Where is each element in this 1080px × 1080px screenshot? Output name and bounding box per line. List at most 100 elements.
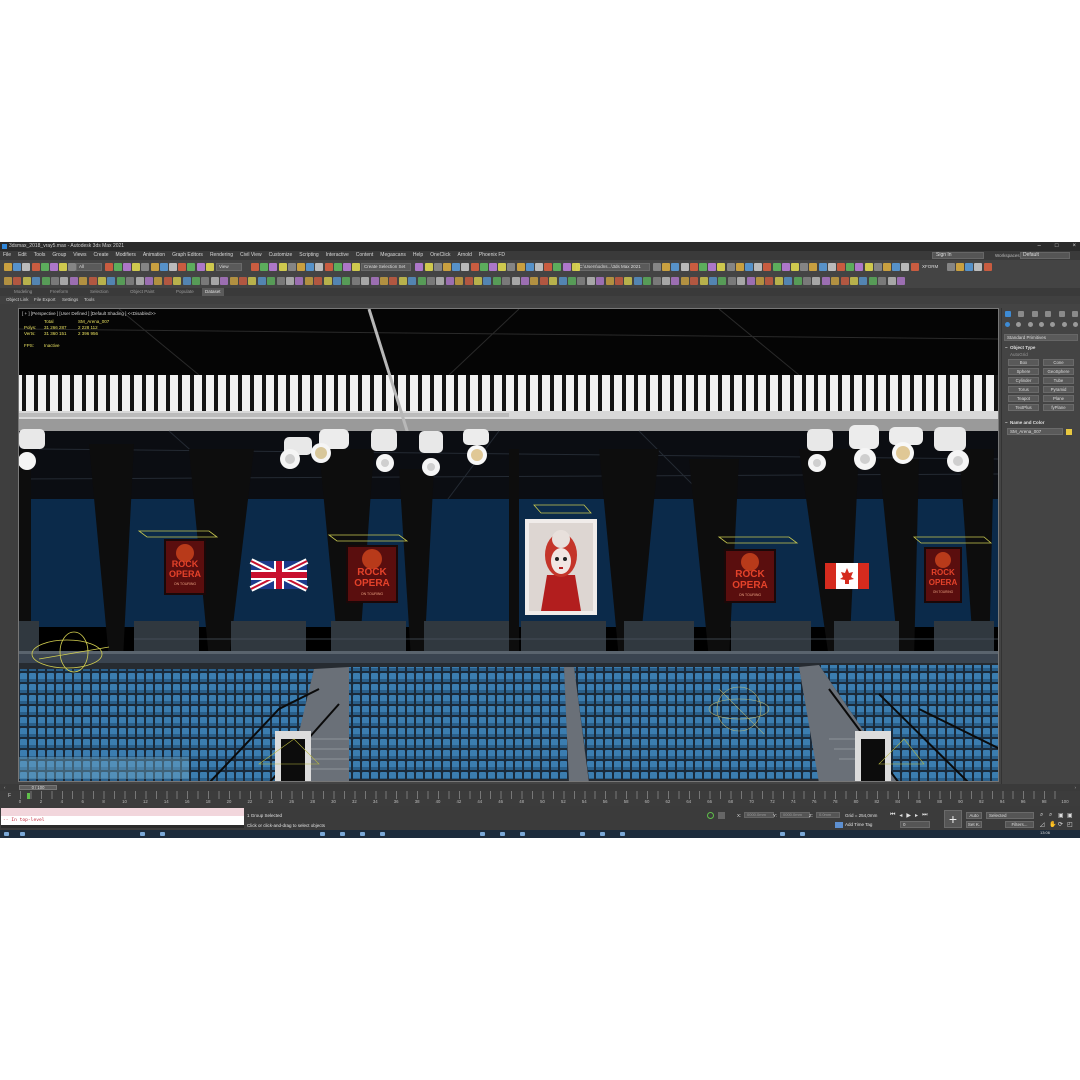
maxscript-input[interactable] (1, 808, 244, 816)
menu-animation[interactable]: Animation (143, 251, 165, 260)
menu-tools[interactable]: Tools (34, 251, 46, 260)
secondary-toolbar-tool-icon[interactable] (210, 277, 219, 285)
main-toolbar-tool-icon[interactable] (132, 263, 141, 271)
ribbon-tab-freeform[interactable]: Freeform (50, 288, 68, 296)
go-to-start-icon[interactable]: ⏮ (890, 812, 895, 819)
hierarchy-tab-icon[interactable] (1031, 311, 1038, 317)
secondary-toolbar-tool-icon[interactable] (69, 277, 78, 285)
absolute-mode-icon[interactable] (718, 812, 725, 819)
main-toolbar-tool-icon[interactable] (745, 263, 753, 271)
main-toolbar-tool-icon[interactable] (983, 263, 992, 271)
secondary-toolbar-tool-icon[interactable] (333, 277, 341, 285)
main-toolbar-tool-icon[interactable] (433, 263, 442, 271)
secondary-toolbar-tool-icon[interactable] (596, 277, 605, 285)
secondary-toolbar-tool-icon[interactable] (229, 277, 238, 285)
main-toolbar-tool-icon[interactable] (653, 263, 661, 271)
secondary-toolbar-tool-icon[interactable] (145, 277, 153, 285)
main-toolbar-tool-icon[interactable] (525, 263, 534, 271)
lights-icon[interactable] (1027, 322, 1033, 327)
time-slider-next-icon[interactable]: › (1075, 784, 1077, 791)
main-toolbar-tool-icon[interactable] (873, 263, 882, 271)
primitive-button-textplus[interactable]: TextPlus (1008, 404, 1039, 411)
secondary-toolbar-tool-icon[interactable] (624, 277, 633, 285)
utilities-tab-icon[interactable] (1071, 311, 1078, 317)
secondary-toolbar-tool-icon[interactable] (436, 277, 445, 285)
main-toolbar-tool-icon[interactable] (827, 263, 836, 271)
ribbon-tab-object-paint[interactable]: Object Paint (130, 288, 155, 296)
secondary-toolbar-tool-icon[interactable] (577, 277, 586, 285)
main-toolbar-tool-icon[interactable] (535, 263, 543, 271)
set-key-button[interactable]: Set K. (966, 821, 982, 828)
main-toolbar-tool-icon[interactable] (489, 263, 497, 271)
menu-views[interactable]: Views (73, 251, 86, 260)
key-filter-select[interactable]: Selected (986, 812, 1034, 819)
secondary-toolbar-tool-icon[interactable] (79, 277, 88, 285)
secondary-toolbar-tool-icon[interactable] (135, 277, 144, 285)
main-toolbar-tool-icon[interactable] (159, 263, 168, 271)
maximize-viewport-icon[interactable]: ◰ (1067, 821, 1074, 828)
autogrid-checkbox[interactable]: AutoGrid (1004, 351, 1078, 358)
secondary-toolbar-tool-icon[interactable] (868, 277, 877, 285)
current-frame-field[interactable]: 0 (900, 821, 930, 828)
secondary-toolbar-tool-icon[interactable] (558, 277, 567, 285)
secondary-toolbar-tool-icon[interactable] (13, 277, 22, 285)
display-tab-icon[interactable] (1058, 311, 1065, 317)
secondary-toolbar-tool-icon[interactable] (51, 277, 59, 285)
secondary-toolbar-tool-icon[interactable] (239, 277, 247, 285)
secondary-toolbar-tool-icon[interactable] (680, 277, 689, 285)
menu-rendering[interactable]: Rendering (210, 251, 233, 260)
main-toolbar-tool-icon[interactable] (544, 263, 553, 271)
main-toolbar-tool-icon[interactable] (846, 263, 855, 271)
secondary-toolbar-tool-icon[interactable] (502, 277, 511, 285)
main-toolbar-tool-icon[interactable] (31, 263, 40, 271)
secondary-toolbar-tool-icon[interactable] (492, 277, 501, 285)
geometry-icon[interactable] (1005, 322, 1010, 327)
primitive-button-geosphere[interactable]: GeoSphere (1043, 368, 1074, 375)
main-toolbar-tool-icon[interactable] (901, 263, 910, 271)
taskbar-app-icon[interactable] (380, 832, 385, 836)
secondary-toolbar-tool-icon[interactable] (361, 277, 370, 285)
object-color-swatch[interactable] (1066, 428, 1072, 435)
secondary-toolbar-tool-icon[interactable] (765, 277, 774, 285)
menu-graph-editors[interactable]: Graph Editors (172, 251, 203, 260)
main-toolbar-tool-icon[interactable] (260, 263, 269, 271)
secondary-toolbar-tool-icon[interactable] (445, 277, 454, 285)
time-configuration-icon[interactable]: + (944, 810, 962, 828)
main-toolbar-tool-icon[interactable] (178, 263, 187, 271)
primitive-button-box[interactable]: Box (1008, 359, 1039, 366)
secondary-toolbar-tool-icon[interactable] (643, 277, 652, 285)
secondary-toolbar-tool-icon[interactable] (756, 277, 764, 285)
main-toolbar-tool-icon[interactable] (689, 263, 698, 271)
main-toolbar-tool-icon[interactable] (809, 263, 818, 271)
menu-modifiers[interactable]: Modifiers (116, 251, 136, 260)
main-toolbar-tool-icon[interactable] (333, 263, 342, 271)
main-toolbar-tool-icon[interactable] (553, 263, 562, 271)
secondary-toolbar-tool-icon[interactable] (746, 277, 755, 285)
secondary-toolbar-tool-icon[interactable] (568, 277, 576, 285)
secondary-toolbar-tool-icon[interactable] (530, 277, 539, 285)
secondary-toolbar-tool-icon[interactable] (314, 277, 323, 285)
field-of-view-icon[interactable]: ◿ (1040, 821, 1047, 828)
add-time-tag-button[interactable]: Add Time Tag (835, 822, 872, 828)
main-toolbar-tool-icon[interactable] (287, 263, 296, 271)
secondary-toolbar-tool-icon[interactable] (539, 277, 548, 285)
ribbon-tab-dataset[interactable]: Dataset (202, 288, 224, 296)
main-toolbar-tool-icon[interactable] (141, 263, 150, 271)
secondary-toolbar-tool-icon[interactable] (605, 277, 614, 285)
primitive-button-pyramid[interactable]: Pyramid (1043, 386, 1074, 393)
main-toolbar-tool-icon[interactable] (892, 263, 901, 271)
main-toolbar-tool-icon[interactable] (22, 263, 31, 271)
secondary-toolbar-tool-icon[interactable] (163, 277, 172, 285)
secondary-toolbar-tool-icon[interactable] (417, 277, 426, 285)
secondary-toolbar-tool-icon[interactable] (812, 277, 821, 285)
main-toolbar-tool-icon[interactable] (946, 263, 955, 271)
secondary-toolbar-tool-icon[interactable] (248, 277, 257, 285)
secondary-toolbar-tool-icon[interactable] (511, 277, 520, 285)
main-toolbar-tool-icon[interactable] (855, 263, 864, 271)
main-toolbar-tool-icon[interactable] (754, 263, 763, 271)
menu-scripting[interactable]: Scripting (299, 251, 318, 260)
object-name-field[interactable]: SM_Arena_007 (1007, 428, 1063, 435)
taskbar-app-icon[interactable] (780, 832, 785, 836)
secondary-toolbar-tool-icon[interactable] (98, 277, 106, 285)
secondary-toolbar-tool-icon[interactable] (323, 277, 332, 285)
